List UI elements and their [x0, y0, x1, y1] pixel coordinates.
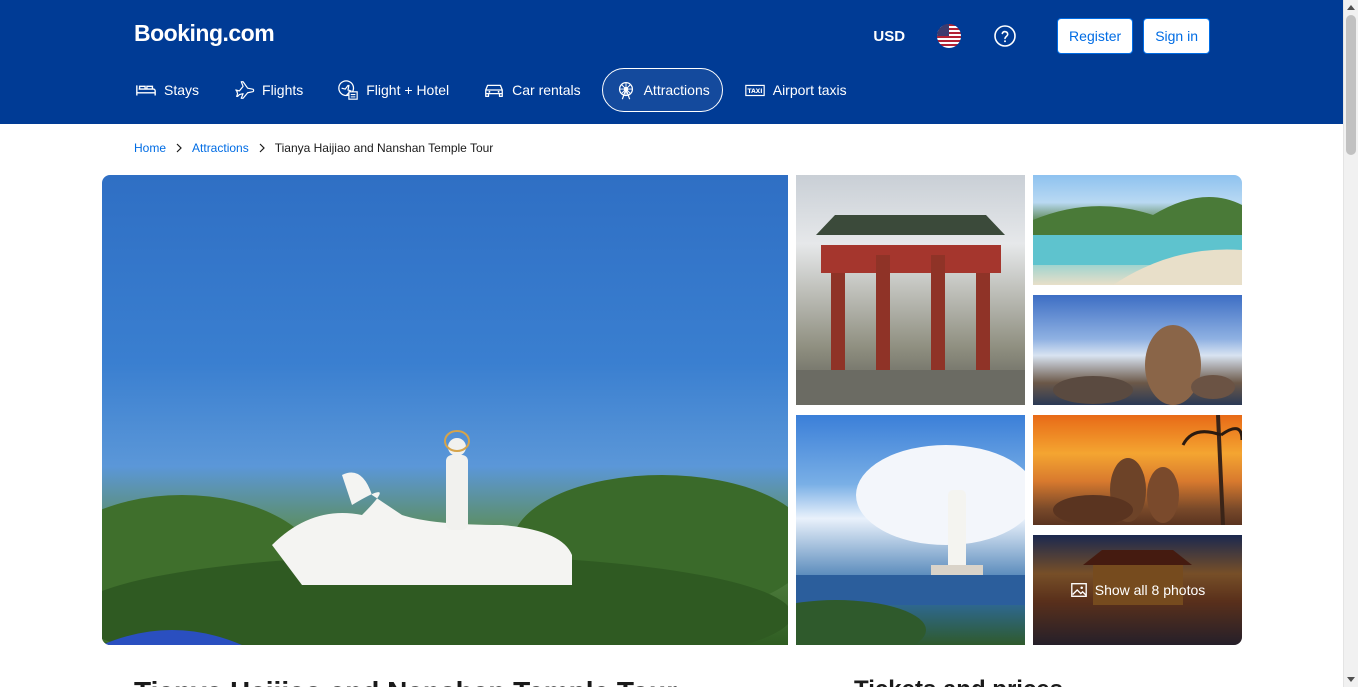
sunset-rocks-photo[interactable]: [1033, 415, 1242, 525]
register-button[interactable]: Register: [1057, 18, 1134, 54]
show-all-photos-label: Show all 8 photos: [1094, 582, 1206, 598]
nav-airport-taxis[interactable]: TAXI Airport taxis: [731, 68, 860, 112]
rocks-photo[interactable]: [1033, 295, 1242, 405]
page-scrollbar[interactable]: [1343, 0, 1358, 687]
nav-flights-label: Flights: [262, 82, 304, 98]
airplane-icon: [233, 79, 255, 101]
nav-car-rentals[interactable]: Car rentals: [470, 68, 593, 112]
nav-flight-hotel-label: Flight + Hotel: [366, 82, 450, 98]
flight-hotel-icon: [337, 79, 359, 101]
main-guanyin-hand-photo[interactable]: [102, 175, 788, 645]
scroll-down-arrow-icon[interactable]: [1347, 677, 1355, 682]
breadcrumb-current: Tianya Haijiao and Nanshan Temple Tour: [274, 141, 494, 155]
currency-selector[interactable]: USD: [861, 28, 917, 45]
nav-attractions[interactable]: Attractions: [601, 68, 723, 112]
site-header: Booking.com USD Register Sign in Stays F…: [0, 0, 1343, 124]
car-icon: [483, 79, 505, 101]
question-circle-icon[interactable]: [993, 24, 1017, 48]
nav-stays[interactable]: Stays: [122, 68, 212, 112]
sign-in-button[interactable]: Sign in: [1143, 18, 1210, 54]
tickets-heading: Tickets and prices: [854, 676, 1063, 687]
image-icon: [1070, 583, 1087, 597]
breadcrumb-home[interactable]: Home: [134, 141, 166, 155]
scrollbar-thumb[interactable]: [1346, 15, 1356, 155]
page-title: Tianya Haijiao and Nanshan Temple Tour: [134, 676, 677, 687]
chevron-right-icon: [174, 143, 184, 153]
nav-stays-label: Stays: [164, 82, 200, 98]
header-actions: USD Register Sign in: [861, 18, 1210, 54]
chevron-right-icon: [257, 143, 267, 153]
nav-attractions-label: Attractions: [643, 82, 710, 98]
breadcrumb-attractions[interactable]: Attractions: [192, 141, 249, 155]
scroll-up-arrow-icon[interactable]: [1347, 5, 1355, 10]
taxi-icon: TAXI: [744, 79, 766, 101]
nav-car-rentals-label: Car rentals: [512, 82, 581, 98]
breadcrumb: Home Attractions Tianya Haijiao and Nans…: [134, 141, 493, 155]
nav-flights[interactable]: Flights: [220, 68, 316, 112]
nav-airport-taxis-label: Airport taxis: [772, 82, 847, 98]
ferris-wheel-icon: [615, 79, 637, 101]
beach-photo[interactable]: [1033, 175, 1242, 285]
temple-photo[interactable]: Show all 8 photos: [1033, 535, 1242, 645]
bed-icon: [135, 79, 157, 101]
guanyin-statue-sea-photo[interactable]: [796, 415, 1025, 645]
temple-gate-photo[interactable]: [796, 175, 1025, 405]
us-flag-icon[interactable]: [937, 24, 962, 48]
booking-logo[interactable]: Booking.com: [134, 20, 275, 47]
show-all-photos-button[interactable]: Show all 8 photos: [1033, 535, 1242, 645]
svg-text:TAXI: TAXI: [747, 88, 762, 95]
nav-flight-hotel[interactable]: Flight + Hotel: [324, 68, 462, 112]
main-nav: Stays Flights Flight + Hotel Car rentals…: [122, 68, 868, 112]
